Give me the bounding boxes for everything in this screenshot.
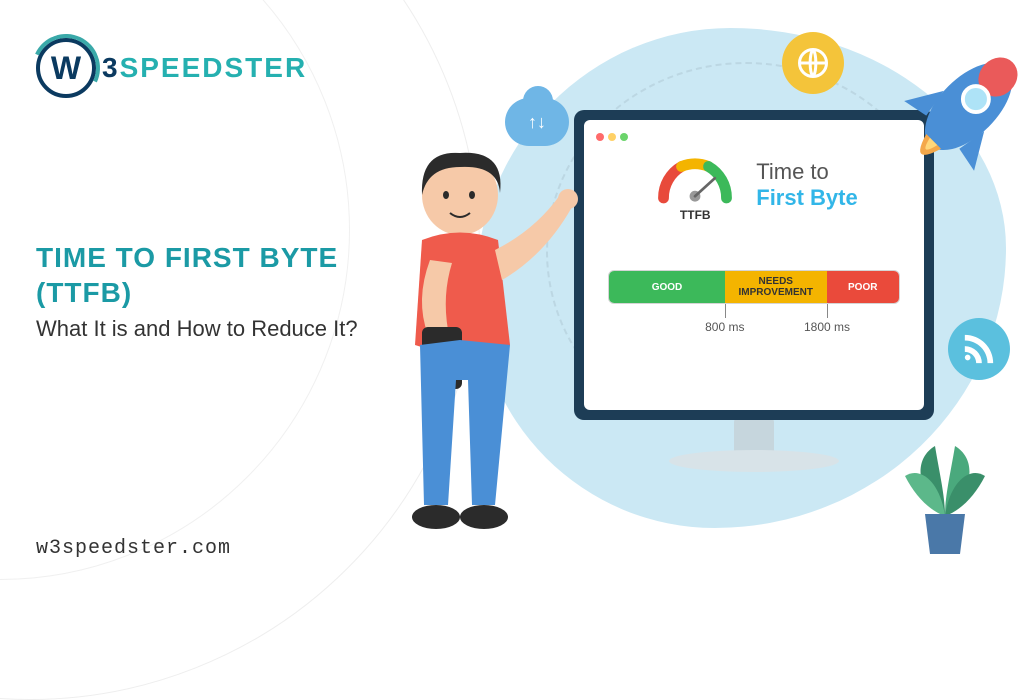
gauge-meter-icon: TTFB (650, 150, 740, 220)
footer-url: w3speedster.com (36, 537, 231, 560)
person-illustration (360, 145, 590, 555)
segment-good: GOOD (609, 271, 725, 303)
brand-logo: W 3SPEEDSTER (36, 38, 307, 98)
segment-poor: POOR (827, 271, 900, 303)
headline-subtitle: What It is and How to Reduce It? (36, 316, 358, 342)
plant-icon (890, 406, 1000, 556)
threshold-ticks: 800 ms 1800 ms (608, 304, 900, 344)
tick-label-2: 1800 ms (804, 320, 850, 334)
threshold-bar: GOOD NEEDS IMPROVEMENT POOR (608, 270, 900, 304)
cloud-upload-icon: ↑↓ (505, 98, 569, 146)
monitor-stand-base (669, 450, 839, 472)
gauge-label: TTFB (650, 208, 740, 222)
headline-block: TIME TO FIRST BYTE(TTFB) What It is and … (36, 240, 358, 342)
tick-label-1: 800 ms (705, 320, 744, 334)
logo-word: SPEEDSTER (120, 52, 308, 83)
monitor-screen: TTFB Time to First Byte GOOD NEEDS IMPRO… (584, 120, 924, 410)
logo-number: 3 (102, 52, 120, 83)
monitor-frame: TTFB Time to First Byte GOOD NEEDS IMPRO… (574, 110, 934, 420)
globe-icon (782, 32, 844, 94)
logo-mark: W (36, 38, 96, 98)
screen-title: Time to First Byte (756, 159, 857, 211)
rss-icon (948, 318, 1010, 380)
segment-needs-improvement: NEEDS IMPROVEMENT (725, 271, 827, 303)
headline-title: TIME TO FIRST BYTE(TTFB) (36, 240, 358, 310)
window-dots (596, 128, 632, 146)
